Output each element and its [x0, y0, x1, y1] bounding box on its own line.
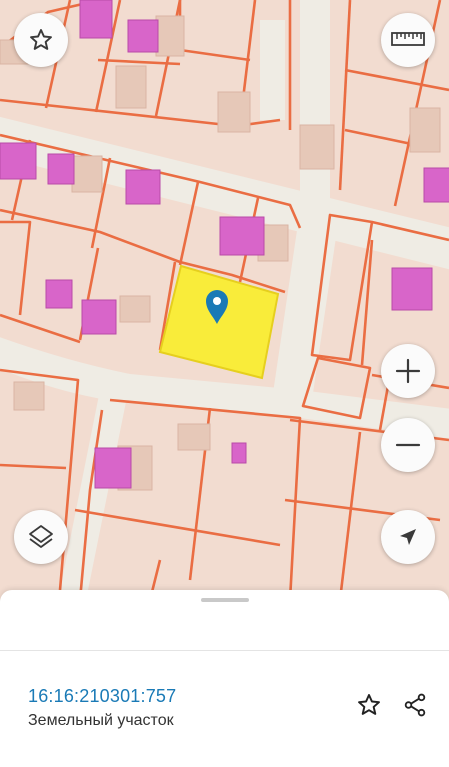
building — [391, 267, 433, 311]
share-button[interactable] — [400, 690, 430, 720]
object-info-sheet[interactable]: 16:16:210301:757 Земельный участок — [0, 590, 449, 767]
building — [45, 279, 73, 309]
outbuilding — [13, 381, 45, 411]
outbuilding — [71, 155, 103, 193]
building — [423, 167, 449, 203]
outbuilding — [299, 124, 335, 170]
zoom-in-button[interactable] — [381, 344, 435, 398]
building — [0, 142, 37, 180]
minus-icon — [395, 443, 421, 447]
ruler-icon — [391, 32, 425, 46]
object-type: Земельный участок — [28, 712, 174, 729]
outbuilding — [217, 91, 251, 133]
road — [300, 0, 330, 200]
map-canvas — [0, 0, 449, 600]
building — [125, 169, 161, 205]
outbuilding — [177, 423, 211, 451]
building — [81, 299, 117, 335]
building — [219, 216, 265, 256]
plus-icon — [395, 358, 421, 384]
share-icon — [404, 693, 426, 717]
favorite-button[interactable] — [14, 13, 68, 67]
add-favorite-button[interactable] — [354, 690, 384, 720]
sheet-drag-handle[interactable] — [201, 598, 249, 602]
sheet-divider — [0, 650, 449, 651]
outbuilding — [115, 65, 147, 109]
building — [79, 0, 113, 39]
ruler-button[interactable] — [381, 13, 435, 67]
outbuilding — [155, 15, 185, 57]
cadastral-map[interactable] — [0, 0, 449, 600]
outbuilding — [119, 295, 151, 323]
star-outline-icon — [358, 694, 380, 715]
star-outline-icon — [30, 29, 52, 50]
building — [47, 153, 75, 185]
layers-button[interactable] — [14, 510, 68, 564]
building — [231, 442, 247, 464]
layers-icon — [29, 525, 53, 548]
building — [127, 19, 159, 53]
navigation-arrow-icon — [400, 529, 416, 545]
my-location-button[interactable] — [381, 510, 435, 564]
road — [260, 20, 285, 120]
building — [94, 447, 132, 489]
zoom-out-button[interactable] — [381, 418, 435, 472]
outbuilding — [409, 107, 441, 153]
cadastral-number[interactable]: 16:16:210301:757 — [28, 686, 176, 707]
